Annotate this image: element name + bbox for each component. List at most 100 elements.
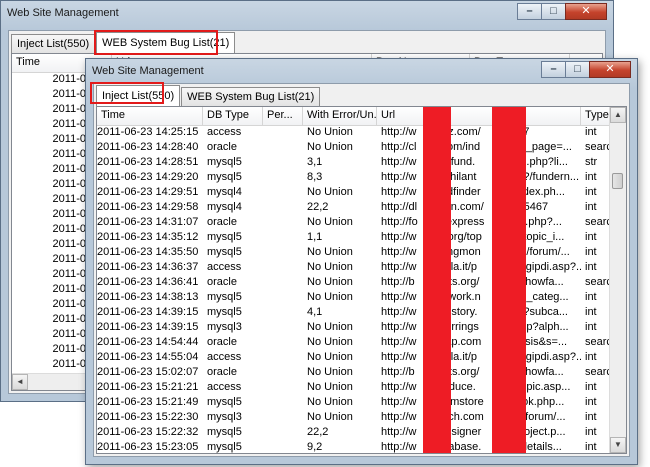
cell-permission [263,215,303,230]
cell-time: 2011-06-23 14:31:07 [97,216,199,228]
back-tab-web-system-bug-list[interactable]: WEB System Bug List(21) [96,32,236,53]
front-list-header: Time DB Type Per... With Error/Un... Url… [97,107,617,126]
url-segment: http://fo [381,216,418,228]
maximize-icon[interactable]: □ [565,61,589,78]
cell-with-error-union: No Union [307,261,353,273]
cell-db-type: oracle [207,276,237,288]
close-icon[interactable]: ✕ [565,3,607,20]
back-tab-inject-list[interactable]: Inject List(550) [11,34,96,53]
cell-url: http://w oitala.it/p _leggipdi.asp?... [377,350,581,365]
front-client-area: Inject List(550) WEB System Bug List(21)… [93,83,630,457]
table-row[interactable]: 2011-06-23 14:36:37 access No Union http://… [97,260,617,275]
cell-url: http://w esshilant php?/fundern... [377,170,581,185]
table-row[interactable]: 2011-06-23 14:55:04 access No Union http://… [97,350,617,365]
cell-db-type: mysql4 [207,186,242,198]
cell-url: http://w produce. m/topic.asp... [377,380,581,395]
cell-url: http://w e-history. php?subca... [377,305,581,320]
front-titlebar[interactable]: Web Site Management – □ ✕ [86,59,637,83]
cell-db-type: mysql4 [207,201,242,213]
cell-db-type: mysql5 [207,171,242,183]
cell-db-type: mysql5 [207,396,242,408]
table-row[interactable]: 2011-06-23 15:02:07 oracle No Union http://… [97,365,617,380]
cell-with-error-union: No Union [307,186,353,198]
url-segment: http://w [381,171,417,183]
cell-db-type: mysql5 [207,291,242,303]
cell-with-error-union: No Union [307,411,353,423]
front-tab-inject-list[interactable]: Inject List(550) [96,85,181,106]
col-url[interactable]: Url [377,107,581,125]
cell-permission [263,320,303,335]
url-segment: http://w [381,126,417,138]
url-segment: http://w [381,336,417,348]
table-row[interactable]: 2011-06-23 15:21:49 mysql5 No Union http://… [97,395,617,410]
table-row[interactable]: 2011-06-23 14:25:15 access No Union http://… [97,125,617,140]
minimize-icon[interactable]: – [541,61,565,78]
cell-url: http://b parts.org/ds/showfa... [377,365,581,380]
front-tab-web-system-bug-list[interactable]: WEB System Bug List(21) [181,87,321,106]
cell-time: 2011-06-23 15:23:05 [97,441,199,453]
close-icon[interactable]: ✕ [589,61,631,78]
cell-time: 2011-06-23 14:28:40 [97,141,199,153]
cell-permission [263,440,303,453]
front-tab-strip: Inject List(550) WEB System Bug List(21) [96,85,321,106]
cell-db-type: oracle [207,216,237,228]
table-row[interactable]: 2011-06-23 14:28:51 mysql5 3,1 http://w rcle… [97,155,617,170]
scroll-up-icon[interactable]: ▲ [610,107,626,123]
table-row[interactable]: 2011-06-23 14:54:44 oracle No Union http://… [97,335,617,350]
scroll-thumb[interactable] [612,173,623,189]
cell-db-type: access [207,381,242,393]
table-row[interactable]: 2011-06-23 14:31:07 oracle No Union http://… [97,215,617,230]
cell-permission [263,125,303,140]
cell-permission [263,140,303,155]
cell-db-type: mysql5 [207,231,242,243]
table-row[interactable]: 2011-06-23 14:35:50 mysql5 No Union http://… [97,245,617,260]
url-segment: http://b [381,366,415,378]
cell-permission [263,200,303,215]
maximize-icon[interactable]: □ [541,3,565,20]
back-titlebar[interactable]: Web Site Management – □ ✕ [1,1,613,25]
table-row[interactable]: 2011-06-23 15:22:32 mysql5 22,2 http://w bde… [97,425,617,440]
cell-db-type: oracle [207,366,237,378]
front-list-view[interactable]: Time DB Type Per... With Error/Un... Url… [96,106,627,454]
table-row[interactable]: 2011-06-23 14:28:40 oracle No Union http://… [97,140,617,155]
front-vertical-scrollbar[interactable]: ▲ ▼ [609,107,626,453]
col-time[interactable]: Time [97,107,203,125]
cell-time: 2011-06-23 15:02:07 [97,366,199,378]
table-row[interactable]: 2011-06-23 14:36:41 oracle No Union http://… [97,275,617,290]
minimize-icon[interactable]: – [517,3,541,20]
table-row[interactable]: 2011-06-23 15:21:21 access No Union http://… [97,380,617,395]
cell-db-type: mysql3 [207,411,242,423]
cell-permission [263,275,303,290]
cell-with-error-union: 9,2 [307,441,323,453]
url-segment: http://w [381,426,417,438]
table-row[interactable]: 2011-06-23 14:29:58 mysql4 22,2 http://dl 21… [97,200,617,215]
table-row[interactable]: 2011-06-23 14:39:15 mysql3 No Union http://… [97,320,617,335]
url-segment: http://cl [381,141,417,153]
col-permission[interactable]: Per... [263,107,303,125]
table-row[interactable]: 2011-06-23 14:29:20 mysql5 8,3 http://w essh… [97,170,617,185]
col-db-type[interactable]: DB Type [203,107,263,125]
cell-with-error-union: 22,2 [307,426,329,438]
cell-url: http://dl 21cn.com/d=55467 [377,200,581,215]
cell-url: http://w database. or_details... [377,440,581,453]
table-row[interactable]: 2011-06-23 14:39:15 mysql5 4,1 http://w e-hi… [97,305,617,320]
table-row[interactable]: 2011-06-23 14:35:12 mysql5 1,1 http://w ac.o… [97,230,617,245]
cell-permission [263,350,303,365]
table-row[interactable]: 2011-06-23 15:22:30 mysql3 No Union http://… [97,410,617,425]
back-tab-strip: Inject List(550) WEB System Bug List(21) [11,32,236,53]
table-row[interactable]: 2011-06-23 15:23:05 mysql5 9,2 http://w data… [97,440,617,453]
col-with-error-union[interactable]: With Error/Un... [303,107,377,125]
table-row[interactable]: 2011-06-23 14:29:51 mysql4 No Union http://… [97,185,617,200]
scroll-down-icon[interactable]: ▼ [610,437,626,453]
cell-with-error-union: No Union [307,336,353,348]
cell-permission [263,230,303,245]
url-segment: http://w [381,261,417,273]
url-segment: http://w [381,186,417,198]
cell-url: http://w chingmon ards/forum/... [377,245,581,260]
table-row[interactable]: 2011-06-23 14:38:13 mysql5 No Union http://… [97,290,617,305]
scroll-left-icon[interactable]: ◄ [12,374,28,390]
cell-url: http://w kcomstore lt/look.php... [377,395,581,410]
front-window-controls: – □ ✕ [541,61,631,78]
cell-permission [263,425,303,440]
url-segment: http://w [381,291,417,303]
